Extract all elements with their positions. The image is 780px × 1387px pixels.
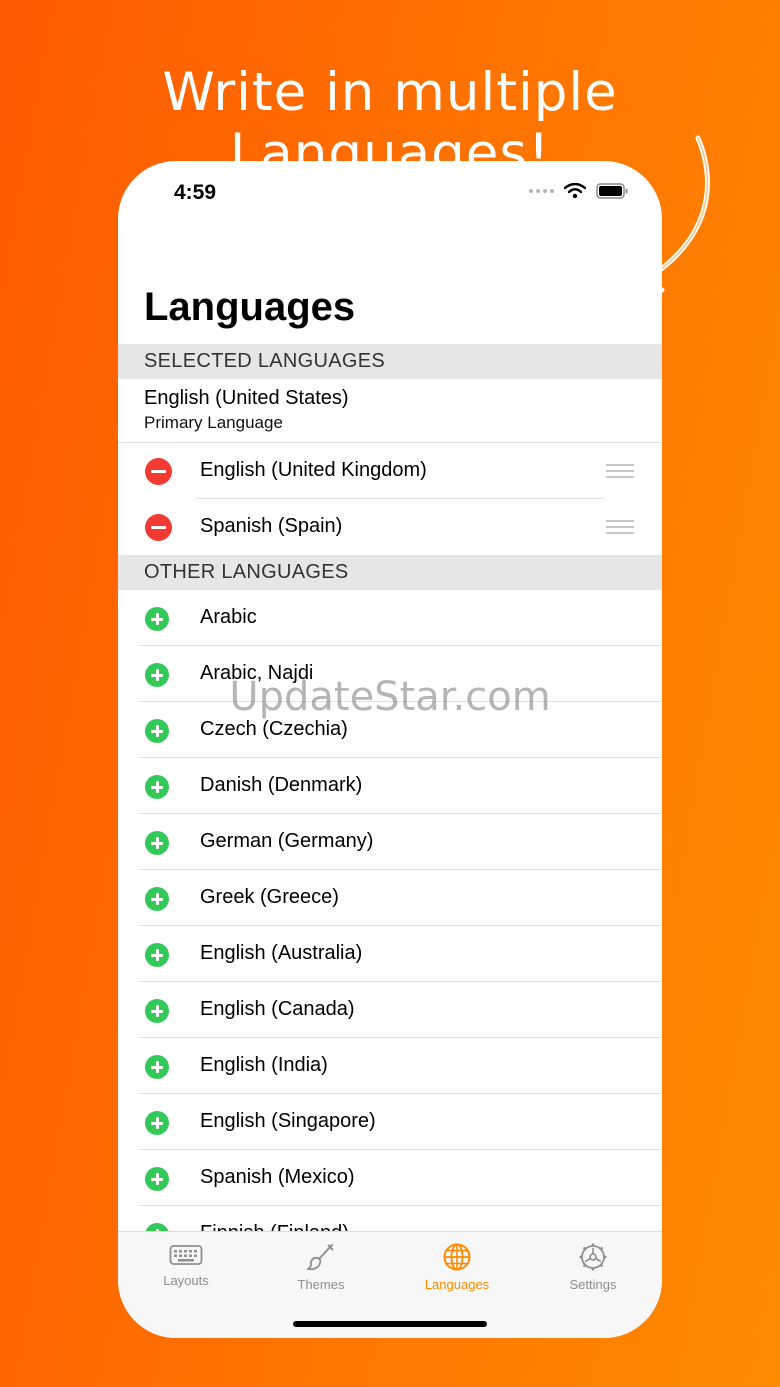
add-circle-icon[interactable] <box>145 1111 169 1135</box>
list-item[interactable]: Arabic <box>118 590 662 646</box>
signal-icon <box>529 189 554 193</box>
status-icons <box>529 183 628 199</box>
phone-screen: 4:59 Languages SELECTED LANGUAGES Englis… <box>118 161 662 1338</box>
language-label: Spanish (Spain) <box>200 515 343 537</box>
wifi-icon <box>564 183 586 199</box>
list-item[interactable]: Spanish (Mexico) <box>118 1150 662 1206</box>
add-circle-icon[interactable] <box>145 999 169 1023</box>
add-circle-icon[interactable] <box>145 1167 169 1191</box>
tab-settings[interactable]: Settings <box>538 1242 648 1302</box>
language-label: Czech (Czechia) <box>200 718 348 740</box>
tab-label: Layouts <box>163 1273 209 1288</box>
paintbrush-icon <box>306 1244 334 1271</box>
language-label: English (Australia) <box>200 942 363 964</box>
list-item[interactable]: English (India) <box>118 1038 662 1094</box>
primary-language-name: English (United States) <box>144 387 349 409</box>
list-item[interactable]: English (Australia) <box>118 926 662 982</box>
language-label: Arabic <box>200 606 257 628</box>
language-label: English (Singapore) <box>200 1110 376 1132</box>
language-label: English (Canada) <box>200 998 355 1020</box>
language-label: English (India) <box>200 1054 328 1076</box>
reorder-handle-icon[interactable] <box>606 464 634 478</box>
list-item[interactable]: English (Canada) <box>118 982 662 1038</box>
remove-circle-icon[interactable] <box>145 458 172 485</box>
battery-icon <box>596 183 628 199</box>
tab-layouts[interactable]: Layouts <box>131 1242 241 1302</box>
tab-label: Themes <box>297 1277 345 1292</box>
language-label: Spanish (Mexico) <box>200 1166 355 1188</box>
language-label: Danish (Denmark) <box>200 774 363 796</box>
list-item[interactable]: Danish (Denmark) <box>118 758 662 814</box>
list-item[interactable]: Finnish (Finland) <box>118 1206 662 1231</box>
primary-language-subtitle: Primary Language <box>144 413 283 432</box>
home-indicator <box>293 1321 487 1327</box>
selected-language-row[interactable]: Spanish (Spain) <box>118 499 662 555</box>
language-label: English (United Kingdom) <box>200 459 427 481</box>
tab-themes[interactable]: Themes <box>266 1242 376 1302</box>
tab-label: Settings <box>569 1277 617 1292</box>
other-languages-header: OTHER LANGUAGES <box>118 555 662 590</box>
watermark: UpdateStar.com <box>229 674 551 720</box>
add-circle-icon[interactable] <box>145 1223 169 1231</box>
primary-language-row[interactable]: English (United States) Primary Language <box>118 379 662 443</box>
list-item[interactable]: English (Singapore) <box>118 1094 662 1150</box>
language-label: Greek (Greece) <box>200 886 339 908</box>
globe-icon <box>443 1243 471 1271</box>
keyboard-icon <box>169 1245 203 1265</box>
selected-languages-header: SELECTED LANGUAGES <box>118 344 662 379</box>
list-item[interactable]: Greek (Greece) <box>118 870 662 926</box>
add-circle-icon[interactable] <box>145 1055 169 1079</box>
gear-icon <box>579 1243 607 1271</box>
add-circle-icon[interactable] <box>145 719 169 743</box>
tab-languages[interactable]: Languages <box>402 1242 512 1302</box>
remove-circle-icon[interactable] <box>145 514 172 541</box>
language-label: Finnish (Finland) <box>200 1222 349 1231</box>
list-item[interactable]: German (Germany) <box>118 814 662 870</box>
add-circle-icon[interactable] <box>145 887 169 911</box>
add-circle-icon[interactable] <box>145 831 169 855</box>
add-circle-icon[interactable] <box>145 943 169 967</box>
add-circle-icon[interactable] <box>145 775 169 799</box>
add-circle-icon[interactable] <box>145 607 169 631</box>
tab-label: Languages <box>424 1277 490 1292</box>
page-title: Languages <box>144 285 356 329</box>
selected-language-row[interactable]: English (United Kingdom) <box>118 443 662 499</box>
status-time: 4:59 <box>174 181 217 204</box>
language-label: German (Germany) <box>200 830 374 852</box>
reorder-handle-icon[interactable] <box>606 520 634 534</box>
